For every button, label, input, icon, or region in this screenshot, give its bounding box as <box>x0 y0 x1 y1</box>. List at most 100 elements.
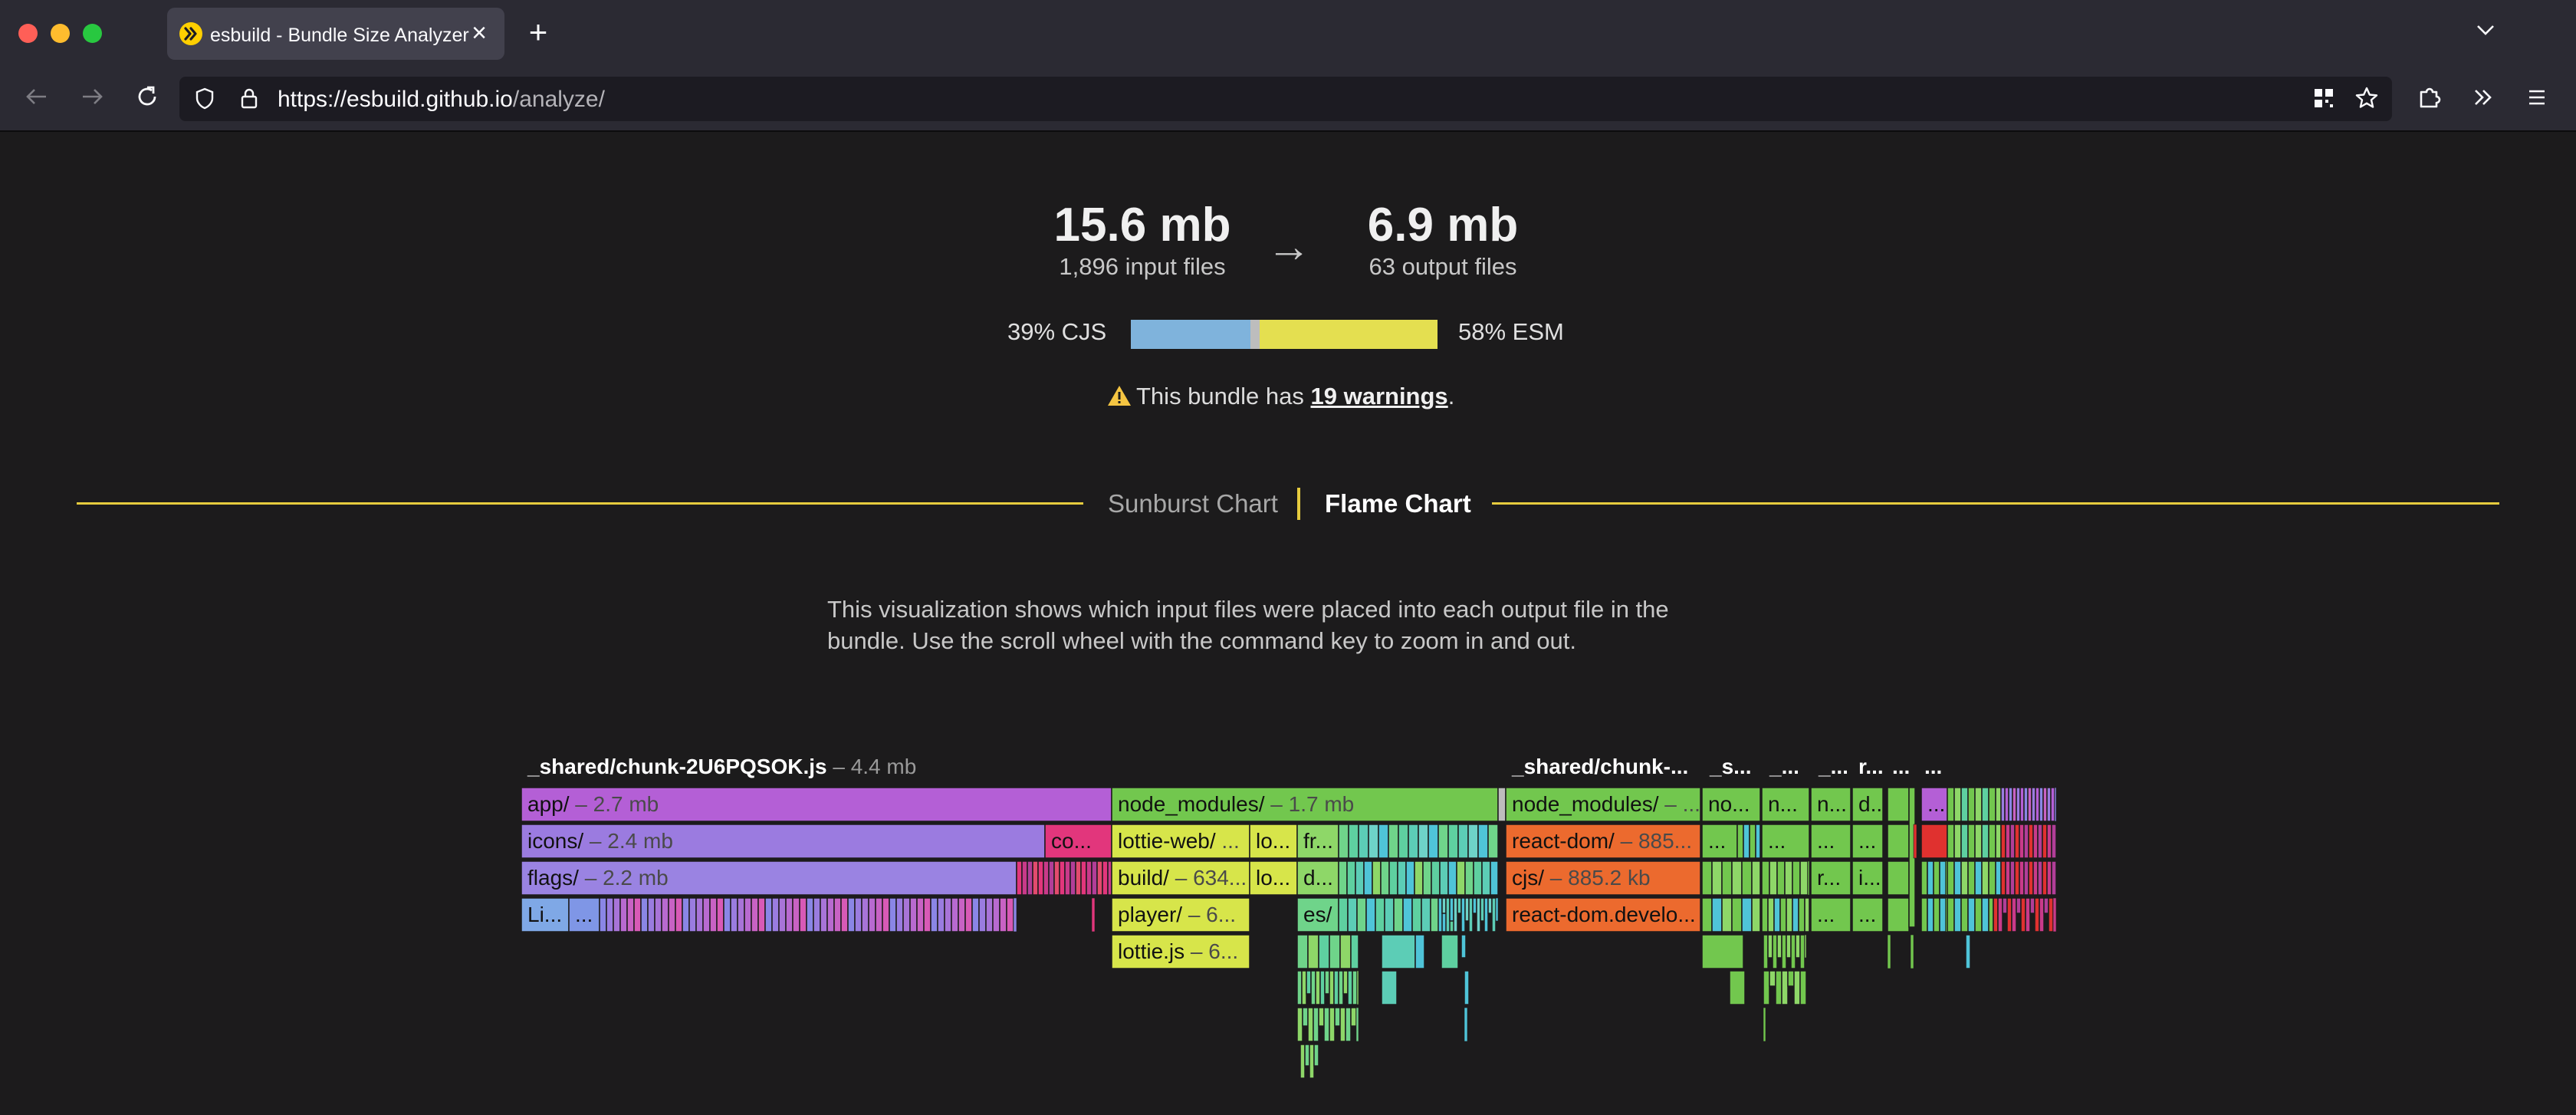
flame-strip[interactable] <box>1411 897 1422 932</box>
flame-strip[interactable] <box>1323 1007 1330 1042</box>
flame-strip[interactable] <box>1960 787 1969 822</box>
flame-strip[interactable] <box>1974 897 1983 932</box>
flame-strip[interactable] <box>1309 1044 1315 1079</box>
flame-strip[interactable] <box>599 897 607 932</box>
flame-strip[interactable] <box>1375 897 1385 932</box>
output-file-header[interactable]: _... <box>1769 755 1799 778</box>
flame-strip[interactable] <box>2012 787 2017 822</box>
flame-strip[interactable] <box>1468 897 1474 932</box>
flame-strip[interactable] <box>1472 897 1477 914</box>
flame-box[interactable] <box>1852 860 1884 896</box>
flame-strip[interactable] <box>1769 860 1778 896</box>
flame-strip[interactable] <box>1981 787 1990 822</box>
flame-strip[interactable] <box>1763 1007 1766 1042</box>
flame-strip[interactable] <box>1751 897 1761 932</box>
flame-strip[interactable] <box>1300 1044 1306 1079</box>
flame-strip[interactable] <box>944 897 952 932</box>
flame-strip[interactable] <box>1497 787 1506 822</box>
flame-strip[interactable] <box>1939 860 1947 896</box>
flame-strip[interactable] <box>1380 860 1390 896</box>
flame-strip[interactable] <box>1779 897 1787 932</box>
flame-strip[interactable] <box>1032 860 1039 896</box>
flame-strip[interactable] <box>1365 897 1376 932</box>
flame-strip[interactable] <box>2042 860 2048 896</box>
flame-strip[interactable] <box>1786 897 1793 932</box>
flame-box[interactable] <box>1505 787 1701 822</box>
flame-strip[interactable] <box>958 897 966 932</box>
flame-strip[interactable] <box>1352 970 1358 1005</box>
flame-strip[interactable] <box>1096 860 1103 896</box>
flame-strip[interactable] <box>1787 970 1795 987</box>
flame-strip[interactable] <box>1086 860 1092 896</box>
flame-strip[interactable] <box>1448 897 1457 932</box>
flame-strip[interactable] <box>2043 897 2049 914</box>
flame-strip[interactable] <box>1393 897 1404 932</box>
flame-strip[interactable] <box>1070 860 1076 896</box>
flame-strip[interactable] <box>647 897 656 932</box>
flame-strip[interactable] <box>1350 934 1359 969</box>
flame-box[interactable] <box>521 787 1112 822</box>
tab-close-icon[interactable]: × <box>465 18 494 48</box>
flame-strip[interactable] <box>895 897 904 932</box>
flame-box[interactable] <box>521 897 570 932</box>
flame-strip[interactable] <box>661 897 669 932</box>
flame-strip[interactable] <box>1075 860 1082 896</box>
flame-box[interactable] <box>1701 824 1738 859</box>
flame-strip[interactable] <box>1422 860 1432 896</box>
flame-box[interactable] <box>1761 824 1810 859</box>
flame-strip[interactable] <box>1927 897 1934 932</box>
flame-strip[interactable] <box>1776 934 1783 959</box>
flame-strip[interactable] <box>1799 970 1807 1005</box>
flame-strip[interactable] <box>1786 934 1792 959</box>
flame-strip[interactable] <box>1439 897 1450 932</box>
flame-strip[interactable] <box>1350 1007 1357 1027</box>
flame-strip[interactable] <box>688 897 697 932</box>
output-file-header[interactable]: _shared/chunk-2U6PQSOK.js – 4.4 mb <box>527 755 916 778</box>
flame-box[interactable] <box>1852 787 1884 822</box>
tracking-protection-shield-icon[interactable] <box>192 86 218 112</box>
flame-strip[interactable] <box>1484 897 1489 932</box>
flame-strip[interactable] <box>2005 824 2011 859</box>
flame-strip[interactable] <box>1456 860 1466 896</box>
flame-box[interactable] <box>1111 787 1499 822</box>
browser-tab[interactable]: esbuild - Bundle Size Analyzer × <box>167 8 504 60</box>
flame-strip[interactable] <box>2039 787 2044 822</box>
flame-strip[interactable] <box>1447 824 1459 859</box>
flame-strip[interactable] <box>695 897 704 932</box>
flame-strip[interactable] <box>1464 897 1470 922</box>
flame-strip[interactable] <box>1767 934 1773 959</box>
flame-strip[interactable] <box>971 897 980 932</box>
lock-icon[interactable] <box>236 86 262 112</box>
output-file-header[interactable]: _s... <box>1709 755 1751 778</box>
flame-strip[interactable] <box>1960 824 1969 859</box>
flame-strip[interactable] <box>1306 970 1312 995</box>
flame-strip[interactable] <box>1947 787 1955 822</box>
flame-strip[interactable] <box>1338 824 1349 859</box>
flame-strip[interactable] <box>1457 897 1462 914</box>
extensions-puzzle-icon[interactable] <box>2413 83 2446 115</box>
flame-strip[interactable] <box>1995 824 2002 859</box>
flame-strip[interactable] <box>1737 824 1744 859</box>
flame-strip[interactable] <box>1960 860 1969 896</box>
flame-strip[interactable] <box>2000 824 2006 859</box>
flame-strip[interactable] <box>1721 897 1733 932</box>
flame-strip[interactable] <box>1460 897 1466 932</box>
flame-strip[interactable] <box>751 897 759 932</box>
output-file-header[interactable]: r... <box>1858 755 1884 778</box>
minimize-window-button[interactable] <box>51 24 70 43</box>
flame-strip[interactable] <box>1939 897 1947 932</box>
flame-strip[interactable] <box>1988 860 1996 896</box>
flame-strip[interactable] <box>1016 860 1023 896</box>
flame-strip[interactable] <box>1464 1007 1468 1042</box>
flame-strip[interactable] <box>2011 897 2017 932</box>
flame-box[interactable] <box>1044 824 1112 859</box>
flame-strip[interactable] <box>1296 934 1309 969</box>
flame-strip[interactable] <box>1324 970 1330 995</box>
flame-strip[interactable] <box>1960 897 1969 932</box>
flame-strip[interactable] <box>723 897 731 932</box>
flame-strip[interactable] <box>1346 860 1356 896</box>
flame-strip[interactable] <box>1933 897 1940 932</box>
flame-strip[interactable] <box>1064 860 1071 896</box>
flame-strip[interactable] <box>1495 897 1499 922</box>
flame-strip[interactable] <box>1795 934 1801 959</box>
